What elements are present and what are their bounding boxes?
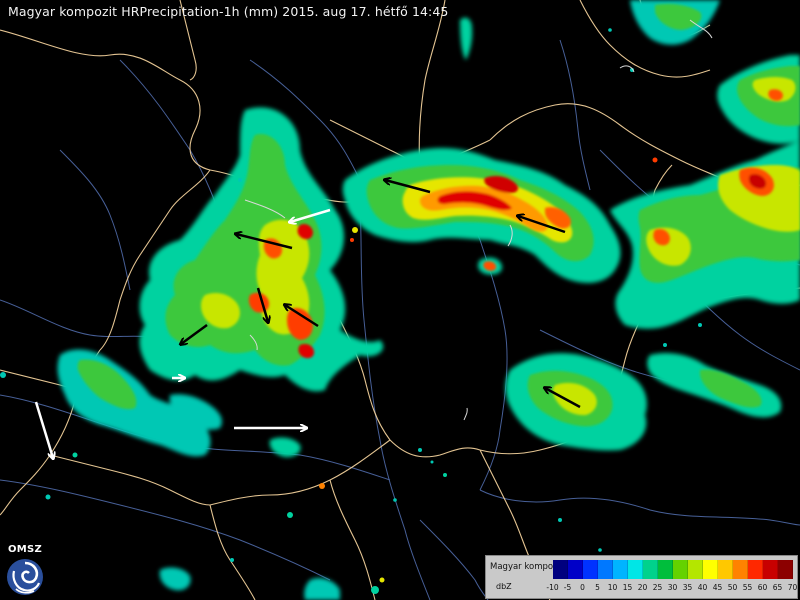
radar-echo-cell bbox=[460, 17, 473, 60]
legend-tick-label: 30 bbox=[667, 583, 678, 592]
radar-echo-speck bbox=[371, 586, 379, 594]
radar-echo-speck bbox=[698, 323, 702, 327]
legend-swatch bbox=[688, 560, 703, 579]
map-title: Magyar kompozit HRPrecipitation-1h (mm) … bbox=[8, 4, 449, 19]
legend-tick-label: 65 bbox=[772, 583, 783, 592]
radar-echo-speck bbox=[45, 494, 51, 500]
legend-swatch bbox=[613, 560, 628, 579]
river-path bbox=[359, 204, 431, 600]
radar-echo-speck bbox=[72, 452, 78, 458]
radar-echo-speck bbox=[443, 473, 447, 477]
lake-outline bbox=[463, 407, 468, 421]
legend-swatch bbox=[658, 560, 673, 579]
legend-tick-label: 70 bbox=[787, 583, 798, 592]
radar-echo-speck bbox=[238, 178, 242, 182]
legend-swatch bbox=[748, 560, 763, 579]
radar-echo-speck bbox=[652, 157, 658, 163]
legend-tick-label: 45 bbox=[712, 583, 723, 592]
radar-echo-speck bbox=[598, 548, 602, 552]
radar-map: Magyar kompozit HRPrecipitation-1h (mm) … bbox=[0, 0, 800, 600]
radar-echo-speck bbox=[379, 577, 385, 583]
country-border bbox=[329, 479, 376, 600]
legend-color-scale bbox=[553, 560, 793, 579]
legend-swatch bbox=[718, 560, 733, 579]
radar-echo-speck bbox=[418, 448, 422, 452]
radar-echo-layer bbox=[0, 28, 702, 594]
omsz-swirl-logo-icon bbox=[7, 559, 43, 595]
legend-swatch bbox=[763, 560, 778, 579]
legend-swatch bbox=[643, 560, 658, 579]
legend-swatch bbox=[583, 560, 598, 579]
legend-swatch bbox=[703, 560, 718, 579]
radar-echo-speck bbox=[352, 227, 358, 233]
radar-echo-speck bbox=[393, 498, 397, 502]
radar-echo-cell bbox=[159, 567, 191, 591]
legend-tick-labels: -10 -5 0 5 10 15 20 25 30 35 40 45 50 55 60 65 70 bbox=[545, 583, 800, 592]
river-path bbox=[59, 149, 131, 291]
radar-echo-speck bbox=[430, 460, 434, 464]
omsz-logo: OMSZ bbox=[4, 544, 46, 598]
radar-echo-speck bbox=[319, 483, 325, 489]
legend-tick-label: 0 bbox=[580, 583, 585, 592]
radar-echo-speck bbox=[287, 512, 293, 518]
legend-tick-label: 60 bbox=[757, 583, 768, 592]
legend-swatch bbox=[733, 560, 748, 579]
legend-tick-label: 5 bbox=[595, 583, 600, 592]
radar-echo-speck bbox=[558, 518, 562, 522]
legend-swatch bbox=[628, 560, 643, 579]
legend-tick-label: 20 bbox=[637, 583, 648, 592]
omsz-logo-text: OMSZ bbox=[7, 544, 43, 555]
legend-tick-label: 10 bbox=[607, 583, 618, 592]
radar-echo-speck bbox=[230, 558, 234, 562]
radar-echo-speck bbox=[608, 28, 612, 32]
legend-tick-label: 50 bbox=[727, 583, 738, 592]
legend-tick-label: -5 bbox=[563, 583, 572, 592]
legend-unit: dbZ bbox=[496, 582, 512, 591]
river-path bbox=[479, 489, 800, 526]
radar-echo-speck bbox=[350, 238, 354, 242]
river-path bbox=[559, 39, 591, 191]
legend-tick-label: 15 bbox=[622, 583, 633, 592]
country-border bbox=[209, 504, 256, 600]
radar-map-canvas bbox=[0, 0, 800, 600]
legend-swatch bbox=[673, 560, 688, 579]
country-border bbox=[49, 454, 211, 506]
radar-echo-speck bbox=[0, 372, 6, 378]
country-border bbox=[418, 0, 446, 171]
legend-swatch bbox=[598, 560, 613, 579]
radar-echo-cell bbox=[304, 578, 340, 600]
radar-echo-layer bbox=[57, 0, 800, 600]
legend-tick-label: 35 bbox=[682, 583, 693, 592]
legend-tick-label: -10 bbox=[546, 583, 559, 592]
river-path bbox=[419, 519, 489, 600]
dbz-legend: Magyar kompozit dbZ -10 -5 0 5 10 15 20 25 30 35 4… bbox=[485, 555, 798, 599]
legend-swatch bbox=[778, 560, 793, 579]
radar-echo-speck bbox=[663, 343, 667, 347]
legend-tick-label: 25 bbox=[652, 583, 663, 592]
legend-tick-label: 55 bbox=[742, 583, 753, 592]
legend-swatch bbox=[553, 560, 568, 579]
radar-echo-cell bbox=[269, 437, 301, 458]
legend-swatch bbox=[568, 560, 583, 579]
country-border bbox=[0, 29, 211, 171]
motion-arrow-white bbox=[34, 401, 53, 458]
legend-tick-label: 40 bbox=[697, 583, 708, 592]
